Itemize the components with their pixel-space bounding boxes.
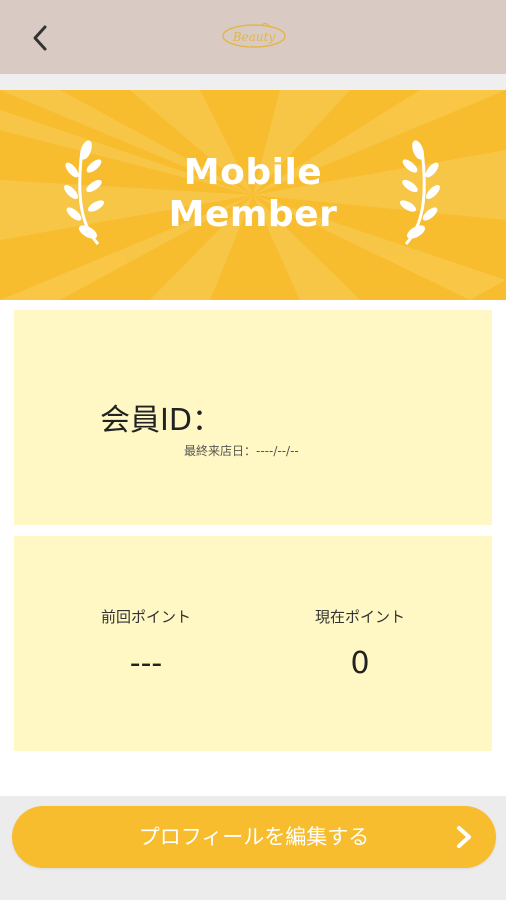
- mobile-member-banner: Mobile Member: [0, 90, 506, 300]
- member-id-panel: 会員ID： 最終来店日：----/--/--: [14, 310, 492, 525]
- edit-profile-label: プロフィールを編集する: [138, 825, 370, 849]
- chevron-left-icon: [33, 25, 47, 51]
- chevron-right-icon: [457, 826, 471, 848]
- banner-title: Mobile Member: [0, 152, 506, 236]
- back-button[interactable]: [22, 20, 58, 56]
- previous-points-value: ---: [129, 646, 163, 681]
- points-panel: 前回ポイント --- 現在ポイント 0: [14, 536, 492, 751]
- member-card: 会員ID： 最終来店日：----/--/-- 前回ポイント --- 現在ポイント…: [0, 300, 506, 796]
- banner-title-line2: Member: [168, 194, 338, 235]
- current-points-label: 現在ポイント: [314, 608, 405, 626]
- member-id-label: 会員ID：: [100, 403, 222, 438]
- brand-logo: Beauty: [221, 20, 287, 50]
- svg-text:Beauty: Beauty: [232, 30, 276, 44]
- banner-title-line1: Mobile: [183, 152, 323, 193]
- app-header: Beauty: [0, 0, 506, 74]
- last-visit-date: 最終来店日：----/--/--: [184, 444, 299, 458]
- current-points-value: 0: [350, 646, 370, 681]
- header-spacer: [0, 74, 506, 90]
- edit-profile-button[interactable]: プロフィールを編集する: [12, 806, 496, 868]
- previous-points-label: 前回ポイント: [100, 608, 191, 626]
